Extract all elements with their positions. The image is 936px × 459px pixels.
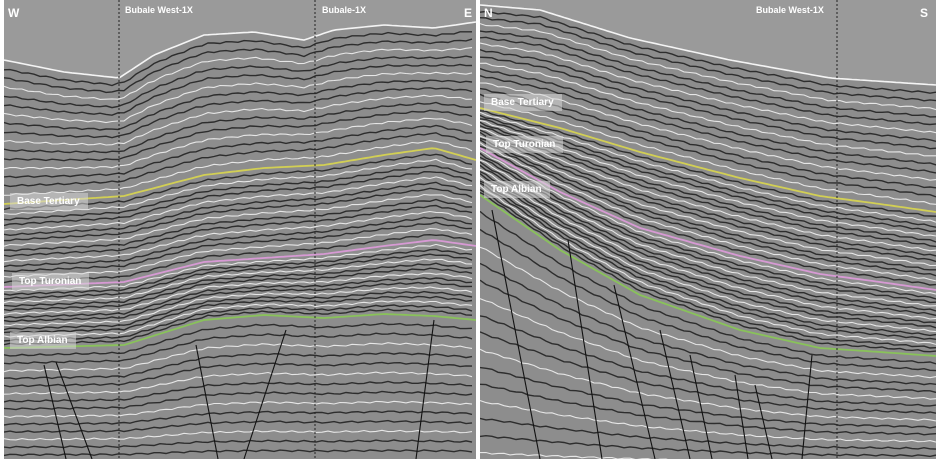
- horizon-label-top-turonian: Top Turonian: [12, 273, 90, 290]
- west-direction-label: W: [8, 6, 20, 20]
- horizon-label-top-albian: Top Albian: [10, 332, 76, 349]
- horizon-label-top-turonian-ns: Top Turonian: [486, 136, 564, 153]
- seismic-image-north-south: [480, 0, 936, 459]
- seismic-section-west-east: W E Bubale West-1X Bubale-1X Base Tertia…: [4, 0, 476, 459]
- seismic-image-west-east: [4, 0, 476, 459]
- east-direction-label: E: [464, 6, 473, 20]
- well-label-bubale-west-1x: Bubale West-1X: [125, 5, 193, 15]
- well-label-bubale-1x: Bubale-1X: [322, 5, 367, 15]
- south-direction-label: S: [920, 6, 929, 20]
- well-label-bubale-west-1x-ns: Bubale West-1X: [756, 5, 824, 15]
- horizon-label-top-albian-ns: Top Albian: [484, 181, 550, 198]
- horizon-label-base-tertiary-ns: Base Tertiary: [484, 94, 562, 111]
- seismic-section-north-south: N S Bubale West-1X Base Tertiary Top Tur…: [480, 0, 936, 459]
- horizon-label-base-tertiary: Base Tertiary: [10, 193, 88, 210]
- north-direction-label: N: [484, 6, 493, 20]
